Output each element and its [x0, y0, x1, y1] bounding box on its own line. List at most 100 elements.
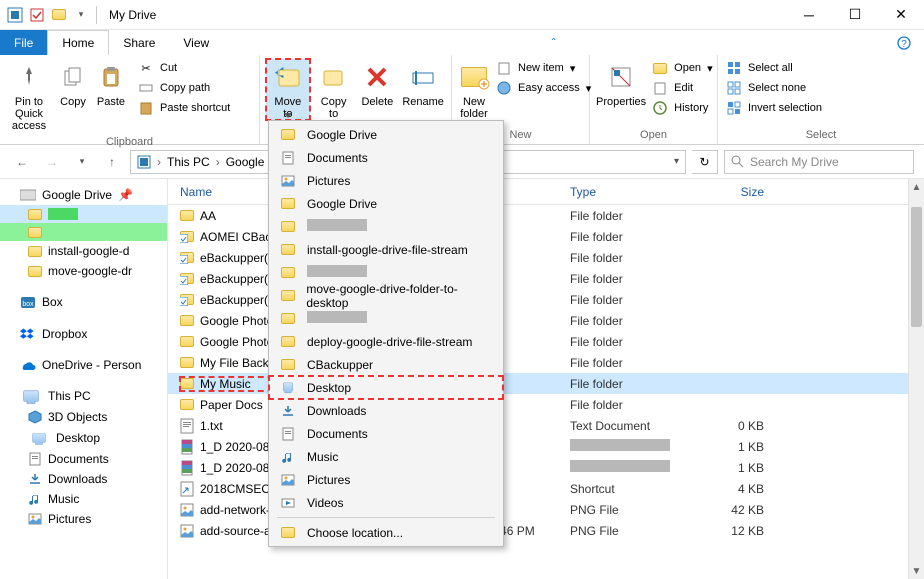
qat-dropdown-icon[interactable]: ▾ — [72, 6, 90, 24]
copy-to-button[interactable]: Copy to — [314, 59, 354, 120]
context-menu-item[interactable]: Pictures — [269, 468, 503, 491]
copy-path-icon — [138, 80, 154, 96]
move-to-dropdown: Google DriveDocumentsPicturesGoogle Driv… — [268, 120, 504, 547]
folder-icon — [279, 359, 297, 370]
copy-path-button[interactable]: Copy path — [136, 79, 232, 97]
scroll-down-icon[interactable]: ▼ — [909, 563, 924, 579]
move-to-button[interactable]: Move to — [266, 59, 310, 120]
column-size[interactable]: Size — [690, 185, 770, 199]
cut-button[interactable]: ✂Cut — [136, 59, 232, 77]
properties-button[interactable]: Properties — [596, 59, 646, 108]
context-menu-label: Pictures — [307, 174, 350, 188]
crumb-this-pc[interactable]: This PC — [167, 155, 210, 169]
nav-desktop[interactable]: Desktop — [0, 427, 167, 449]
context-menu-label: Music — [307, 450, 338, 464]
context-menu-label: install-google-drive-file-stream — [307, 243, 468, 257]
context-menu-item[interactable]: Downloads — [269, 399, 503, 422]
nav-google-drive[interactable]: Google Drive📌 — [0, 185, 167, 205]
context-menu-label: Desktop — [307, 381, 351, 395]
nav-move-google[interactable]: move-google-dr — [0, 261, 167, 281]
file-type: File folder — [570, 356, 690, 370]
tab-share[interactable]: Share — [109, 30, 169, 55]
scroll-up-icon[interactable]: ▲ — [909, 179, 924, 195]
edit-icon — [652, 80, 668, 96]
select-none-button[interactable]: Select none — [724, 79, 824, 97]
easy-access-button[interactable]: Easy access ▾ — [494, 79, 593, 97]
up-button[interactable]: ↑ — [100, 150, 124, 174]
nav-music[interactable]: Music — [0, 489, 167, 509]
select-all-button[interactable]: Select all — [724, 59, 824, 77]
context-menu-label: Videos — [307, 496, 343, 510]
context-menu-item[interactable]: Google Drive — [269, 123, 503, 146]
context-menu-item[interactable] — [269, 215, 503, 238]
move-to-icon — [272, 61, 304, 93]
context-menu-item[interactable]: Google Drive — [269, 192, 503, 215]
tab-view[interactable]: View — [169, 30, 223, 55]
vertical-scrollbar[interactable]: ▲ ▼ — [908, 179, 924, 579]
column-type[interactable]: Type — [570, 185, 690, 199]
maximize-button[interactable]: ☐ — [832, 0, 878, 30]
file-type: File folder — [570, 230, 690, 244]
ribbon-collapse-icon[interactable]: ˆ — [534, 30, 574, 55]
tab-home[interactable]: Home — [47, 30, 109, 55]
context-menu-item[interactable]: move-google-drive-folder-to-desktop — [269, 284, 503, 307]
edit-button[interactable]: Edit — [650, 79, 714, 97]
scrollbar-thumb[interactable] — [911, 207, 922, 327]
open-button[interactable]: Open ▾ — [650, 59, 714, 77]
nav-this-pc[interactable]: This PC — [0, 385, 167, 407]
recent-locations-button[interactable]: ▾ — [70, 150, 94, 174]
file-type — [570, 439, 690, 454]
pin-to-quick-access-button[interactable]: Pin to Quick access — [6, 59, 52, 132]
qat-folder-icon[interactable] — [50, 6, 68, 24]
back-button[interactable]: ← — [10, 150, 34, 174]
folder-icon — [279, 313, 297, 324]
search-input[interactable]: Search My Drive — [724, 150, 914, 174]
nav-redacted-2[interactable] — [0, 223, 167, 241]
context-menu-item[interactable]: Documents — [269, 422, 503, 445]
nav-redacted-1[interactable] — [0, 205, 167, 223]
nav-onedrive[interactable]: OneDrive - Person — [0, 355, 167, 375]
invert-selection-button[interactable]: Invert selection — [724, 99, 824, 117]
file-type: File folder — [570, 293, 690, 307]
qat-properties-icon[interactable] — [28, 6, 46, 24]
tab-file[interactable]: File — [0, 30, 47, 55]
forward-button[interactable]: → — [40, 150, 64, 174]
nav-documents[interactable]: Documents — [0, 449, 167, 469]
nav-install-google[interactable]: install-google-d — [0, 241, 167, 261]
nav-pictures[interactable]: Pictures — [0, 509, 167, 529]
paste-button[interactable]: Paste — [94, 59, 128, 108]
nav-box[interactable]: boxBox — [0, 291, 167, 313]
close-button[interactable]: ✕ — [878, 0, 924, 30]
scissors-icon: ✂ — [138, 60, 154, 76]
copy-button[interactable]: Copy — [56, 59, 90, 108]
context-menu-item[interactable]: Videos — [269, 491, 503, 514]
context-menu-item[interactable]: Pictures — [269, 169, 503, 192]
help-icon[interactable]: ? — [884, 30, 924, 55]
context-menu-item[interactable]: Desktop — [269, 376, 503, 399]
context-menu-item[interactable]: Documents — [269, 146, 503, 169]
downloads-icon — [279, 404, 297, 418]
context-menu-item[interactable]: install-google-drive-file-stream — [269, 238, 503, 261]
file-size: 42 KB — [690, 503, 770, 517]
context-menu-label: move-google-drive-folder-to-desktop — [306, 282, 493, 310]
history-button[interactable]: History — [650, 99, 714, 117]
delete-icon — [361, 61, 393, 93]
nav-dropbox[interactable]: Dropbox — [0, 323, 167, 345]
context-menu-label: Google Drive — [307, 197, 377, 211]
new-folder-button[interactable]: New folder — [458, 59, 490, 120]
paste-shortcut-button[interactable]: Paste shortcut — [136, 99, 232, 117]
navigation-pane[interactable]: Google Drive📌 install-google-d move-goog… — [0, 179, 168, 579]
nav-downloads[interactable]: Downloads — [0, 469, 167, 489]
file-type: Text Document — [570, 419, 690, 433]
context-menu-item[interactable]: Music — [269, 445, 503, 468]
context-menu-item[interactable]: deploy-google-drive-file-stream — [269, 330, 503, 353]
nav-3d-objects[interactable]: 3D Objects — [0, 407, 167, 427]
context-menu-item[interactable] — [269, 307, 503, 330]
rename-button[interactable]: Rename — [401, 59, 445, 108]
new-item-button[interactable]: New item ▾ — [494, 59, 593, 77]
context-menu-item[interactable]: CBackupper — [269, 353, 503, 376]
context-menu-choose-location[interactable]: Choose location... — [269, 521, 503, 544]
minimize-button[interactable]: ─ — [786, 0, 832, 30]
delete-button[interactable]: Delete — [358, 59, 398, 108]
refresh-button[interactable]: ↻ — [692, 150, 718, 174]
